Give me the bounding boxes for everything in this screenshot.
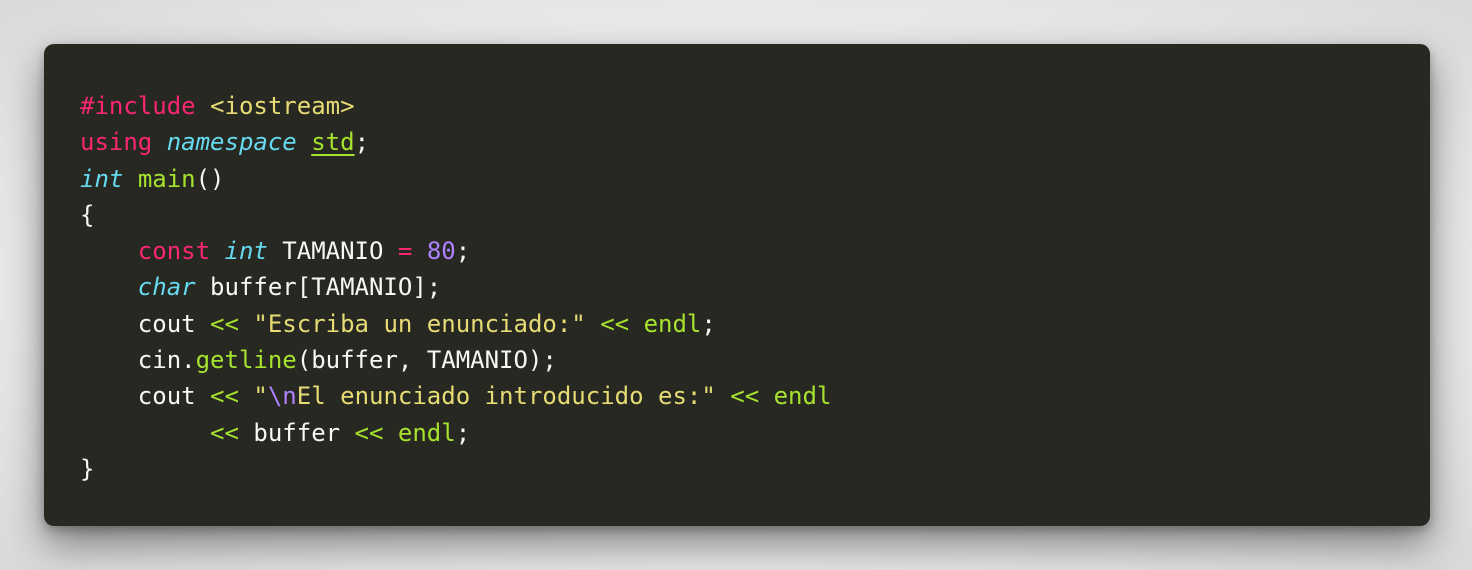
code-token: \n [267,382,297,411]
code-line: cin.getline(buffer, TAMANIO); [80,342,1430,378]
code-token: << [600,309,630,338]
code-token: << [730,382,760,411]
code-line: } [80,451,1430,487]
code-token: () [195,164,225,193]
code-token: endl [397,418,456,447]
code-token: buffer[TAMANIO]; [195,273,442,302]
code-token: <iostream> [210,92,355,120]
code-token: ; [354,128,370,157]
code-token: (buffer, TAMANIO); [296,346,557,375]
code-token: << [210,418,239,447]
code-token: endl [643,309,702,338]
code-token: El enunciado introducido es:" [296,382,716,411]
code-line: int main() [80,161,1430,197]
code-token: ; [455,237,471,266]
code-line: #include <iostream> [80,88,1430,124]
code-token: << [210,382,239,411]
code-token: int [80,164,124,193]
code-token: cin. [80,346,196,375]
code-line: const int TAMANIO = 80; [80,233,1430,269]
code-token: namespace [166,128,297,157]
code-line: using namespace std; [80,124,1430,160]
code-line: char buffer[TAMANIO]; [80,269,1430,305]
code-token: { [80,200,95,229]
code-token: const [137,237,211,266]
code-token: TAMANIO [267,237,398,266]
code-token: cout [80,382,211,411]
code-token: ; [455,418,471,447]
code-line: { [80,197,1430,233]
code-token: #include [80,92,196,120]
code-token: getline [195,346,297,375]
code-token: } [80,454,95,483]
code-token: "Escriba un enunciado:" [253,309,586,338]
code-window: #include <iostream> using namespace std; i… [44,44,1430,526]
code-token: std [311,128,355,157]
code-token: buffer [238,418,355,447]
code-token: main [137,164,196,193]
code-line: cout << "Escriba un enunciado:" << endl; [80,306,1430,342]
code-token: << [354,418,384,447]
code-token: int [224,237,268,266]
code-token: << [210,309,239,338]
code-token: endl [773,382,832,411]
code-token: char [137,273,196,302]
code-token: ; [701,309,716,338]
code-token: = [397,237,413,266]
code-block[interactable]: #include <iostream> using namespace std; i… [80,88,1430,487]
code-line: << buffer << endl; [80,415,1430,451]
code-line: cout << "\nEl enunciado introducido es:"… [80,378,1430,414]
code-token: using [80,128,153,157]
code-token: " [253,382,268,411]
code-token: cout [80,309,211,338]
code-token: 80 [426,237,456,266]
